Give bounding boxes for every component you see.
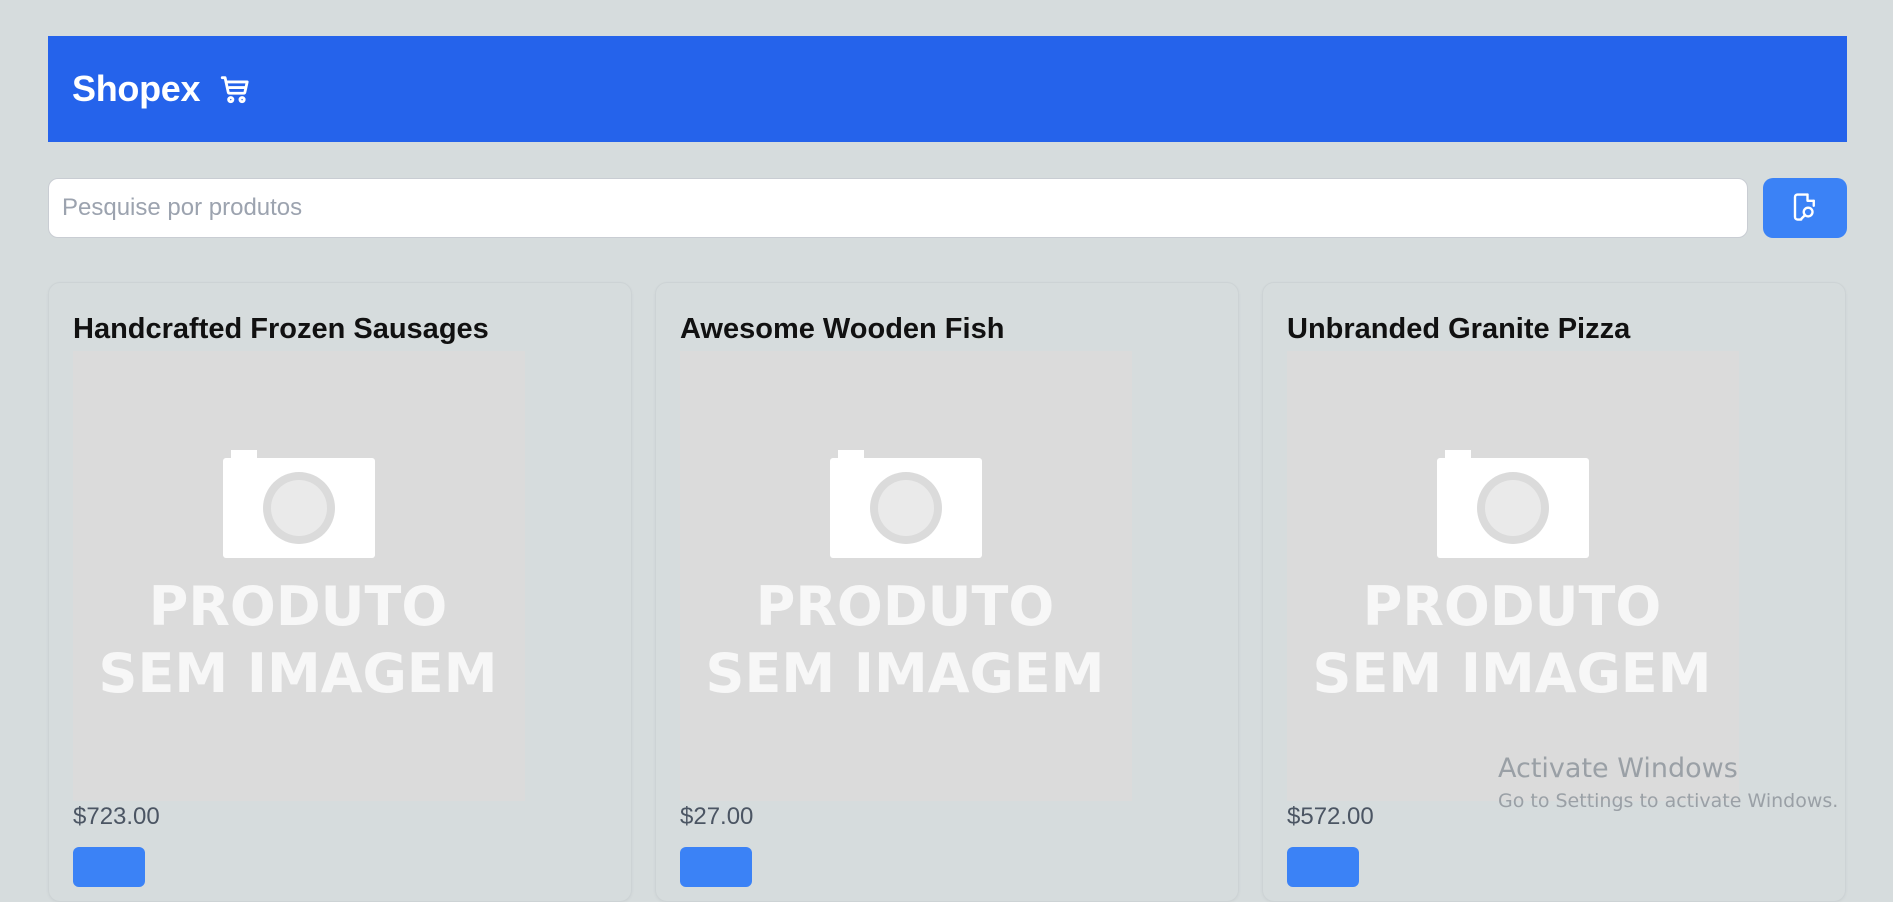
add-to-cart-button[interactable] xyxy=(1287,847,1359,887)
product-card[interactable]: Awesome Wooden Fish PRODUTO SEM IMAGEM $… xyxy=(655,282,1239,902)
app-header: Shopex xyxy=(48,36,1847,142)
product-image-placeholder[interactable]: PRODUTO SEM IMAGEM xyxy=(1287,351,1739,801)
add-to-cart-button[interactable] xyxy=(73,847,145,887)
product-title[interactable]: Handcrafted Frozen Sausages xyxy=(73,313,489,346)
product-price: $723.00 xyxy=(73,803,160,830)
camera-icon xyxy=(1437,450,1589,558)
camera-icon xyxy=(223,450,375,558)
search-document-icon xyxy=(1790,192,1820,225)
placeholder-text-line2: SEM IMAGEM xyxy=(706,642,1105,705)
search-button[interactable] xyxy=(1763,178,1847,238)
product-price: $572.00 xyxy=(1287,803,1374,830)
watermark-subtitle: Go to Settings to activate Windows. xyxy=(1498,790,1839,812)
product-image-placeholder[interactable]: PRODUTO SEM IMAGEM xyxy=(73,351,525,801)
product-card[interactable]: Handcrafted Frozen Sausages PRODUTO SEM … xyxy=(48,282,632,902)
placeholder-text-line1: PRODUTO xyxy=(149,575,447,638)
camera-icon xyxy=(830,450,982,558)
placeholder-text-line2: SEM IMAGEM xyxy=(1313,642,1712,705)
windows-activation-watermark: Activate Windows Go to Settings to activ… xyxy=(1498,752,1838,814)
search-bar xyxy=(48,178,1847,240)
cart-icon[interactable] xyxy=(218,72,252,106)
product-image-placeholder[interactable]: PRODUTO SEM IMAGEM xyxy=(680,351,1132,801)
placeholder-text-line1: PRODUTO xyxy=(1363,575,1661,638)
product-title[interactable]: Awesome Wooden Fish xyxy=(680,313,1004,346)
add-to-cart-button[interactable] xyxy=(680,847,752,887)
watermark-title: Activate Windows xyxy=(1498,753,1738,784)
search-input[interactable] xyxy=(48,178,1748,238)
placeholder-text-line1: PRODUTO xyxy=(756,575,1054,638)
brand-title[interactable]: Shopex xyxy=(72,68,201,110)
placeholder-text-line2: SEM IMAGEM xyxy=(99,642,498,705)
product-price: $27.00 xyxy=(680,803,754,830)
product-title[interactable]: Unbranded Granite Pizza xyxy=(1287,313,1630,346)
